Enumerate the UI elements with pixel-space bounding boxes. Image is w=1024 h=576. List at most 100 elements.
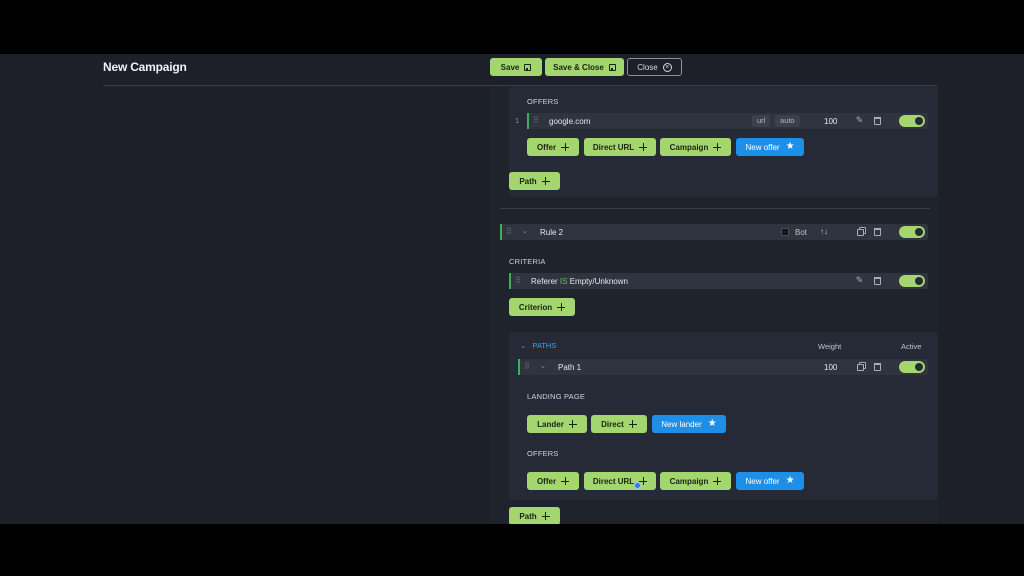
- add-direct-button[interactable]: Direct: [591, 415, 647, 433]
- path-name: Path 1: [558, 363, 582, 372]
- plus-icon: [628, 420, 637, 428]
- add-path-label: Path: [519, 176, 537, 186]
- offer-active-toggle[interactable]: [899, 115, 925, 127]
- page-title: New Campaign: [103, 60, 187, 74]
- trash-icon[interactable]: [874, 363, 881, 371]
- path-add-offer-label: Offer: [536, 476, 557, 486]
- path-add-offer-button[interactable]: Offer: [527, 472, 579, 490]
- add-offer-button[interactable]: Offer: [527, 138, 579, 156]
- add-direct-label: Direct: [601, 419, 624, 429]
- star-icon: ★: [785, 141, 795, 152]
- criteria-label: CRITERIA: [509, 257, 546, 266]
- criterion-field: Referer: [531, 277, 558, 286]
- rule-name: Rule 2: [540, 228, 564, 237]
- offer-name: google.com: [549, 117, 591, 126]
- paths-toggle[interactable]: ⌄ PATHS: [520, 341, 556, 350]
- chevron-down-icon[interactable]: ⌄: [540, 362, 546, 370]
- trash-icon[interactable]: [874, 277, 881, 285]
- active-header: Active: [901, 342, 922, 351]
- trash-icon[interactable]: [874, 117, 881, 125]
- row-accent: [509, 273, 511, 289]
- path-offers-label: OFFERS: [527, 449, 559, 458]
- plus-icon: [713, 143, 722, 151]
- trash-icon[interactable]: [874, 228, 881, 236]
- add-lander-button[interactable]: Lander: [527, 415, 587, 433]
- path-row[interactable]: ⠿ ⌄ Path 1 100: [518, 359, 928, 375]
- copy-icon[interactable]: [857, 229, 864, 236]
- edit-pencil-icon[interactable]: ✎: [855, 116, 864, 125]
- bot-checkbox[interactable]: [781, 228, 789, 236]
- path-new-offer-label: New offer: [745, 476, 780, 486]
- close-button[interactable]: Close ×: [627, 58, 682, 76]
- add-offer-label: Offer: [536, 142, 557, 152]
- drag-handle-icon[interactable]: ⠿: [524, 363, 530, 371]
- rule2-add-path-button[interactable]: Path: [509, 507, 560, 524]
- new-offer-label: New offer: [745, 142, 780, 152]
- offer-index: 1: [515, 116, 520, 125]
- url-tag: url: [752, 115, 771, 127]
- criterion-text: Referer IS Empty/Unknown: [531, 277, 628, 286]
- header: New Campaign Save Save & Close Close ×: [0, 54, 1024, 86]
- save-button[interactable]: Save: [490, 58, 542, 76]
- auto-tag: auto: [775, 115, 800, 127]
- criterion-row[interactable]: ⠿ Referer IS Empty/Unknown ✎: [509, 273, 928, 289]
- floppy-icon: [608, 63, 616, 71]
- rule2-add-path-label: Path: [519, 511, 537, 521]
- criterion-operator: IS: [559, 277, 568, 286]
- offer-weight[interactable]: 100: [824, 117, 837, 126]
- plus-icon: [561, 477, 570, 485]
- add-direct-url-button[interactable]: Direct URL: [584, 138, 656, 156]
- offers-label: OFFERS: [527, 97, 559, 106]
- sort-arrows-icon[interactable]: ↑↓: [820, 227, 828, 236]
- add-criterion-button[interactable]: Criterion: [509, 298, 575, 316]
- save-label: Save: [500, 62, 520, 72]
- row-accent: [518, 359, 520, 375]
- drag-handle-icon[interactable]: ⠿: [515, 277, 521, 285]
- app-window: New Campaign Save Save & Close Close × O…: [0, 54, 1024, 524]
- add-direct-url-label: Direct URL: [592, 142, 635, 152]
- path-add-campaign-button[interactable]: Campaign: [660, 472, 731, 490]
- copy-icon[interactable]: [857, 364, 864, 371]
- criterion-active-toggle[interactable]: [899, 275, 925, 287]
- path-active-toggle[interactable]: [899, 361, 925, 373]
- offer-row[interactable]: ⠿ google.com url auto 100 ✎: [527, 113, 928, 129]
- rule-active-toggle[interactable]: [899, 226, 925, 238]
- close-circle-icon: ×: [662, 62, 672, 72]
- bot-label: Bot: [795, 228, 808, 237]
- save-close-label: Save & Close: [553, 62, 604, 72]
- chevron-down-icon[interactable]: ⌄: [522, 227, 528, 235]
- row-accent: [527, 113, 529, 129]
- path-weight[interactable]: 100: [824, 363, 837, 372]
- rule-row[interactable]: ⠿ ⌄ Rule 2 Bot ↑↓: [500, 224, 928, 240]
- criterion-value: Empty/Unknown: [569, 277, 628, 286]
- star-icon: ★: [785, 475, 795, 486]
- plus-icon: [561, 143, 570, 151]
- save-close-button[interactable]: Save & Close: [545, 58, 624, 76]
- plus-icon: [541, 512, 550, 520]
- rule-divider: [500, 208, 930, 209]
- letterbox-bottom: [0, 524, 1024, 576]
- add-lander-label: Lander: [537, 419, 564, 429]
- path-add-campaign-label: Campaign: [669, 476, 709, 486]
- new-lander-label: New lander: [661, 419, 702, 429]
- path-add-direct-url-label: Direct URL: [592, 476, 635, 486]
- plus-icon: [568, 420, 577, 428]
- path-new-offer-button[interactable]: New offer ★: [736, 472, 804, 490]
- plus-icon: [713, 477, 722, 485]
- paths-label: PATHS: [532, 341, 557, 350]
- add-path-button[interactable]: Path: [509, 172, 560, 190]
- row-accent: [500, 224, 502, 240]
- drag-handle-icon[interactable]: ⠿: [506, 228, 512, 236]
- floppy-icon: [524, 63, 532, 71]
- add-criterion-label: Criterion: [518, 302, 553, 312]
- close-label: Close: [637, 62, 658, 72]
- drag-handle-icon[interactable]: ⠿: [533, 117, 539, 125]
- path-add-direct-url-button[interactable]: Direct URL: [584, 472, 656, 490]
- plus-icon: [541, 177, 550, 185]
- new-offer-button[interactable]: New offer ★: [736, 138, 804, 156]
- add-campaign-button[interactable]: Campaign: [660, 138, 731, 156]
- edit-pencil-icon[interactable]: ✎: [855, 276, 864, 285]
- mouse-cursor: [634, 482, 641, 489]
- weight-header: Weight: [818, 342, 842, 351]
- new-lander-button[interactable]: New lander ★: [652, 415, 726, 433]
